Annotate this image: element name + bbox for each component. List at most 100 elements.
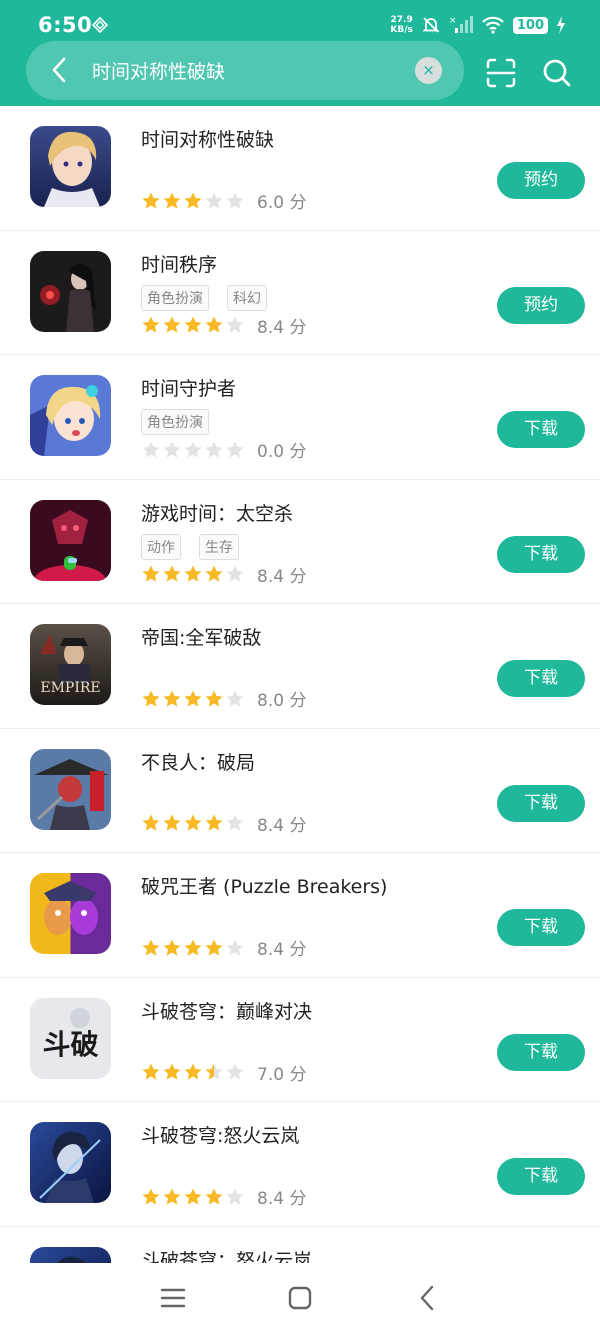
app-title: 时间守护者 <box>141 378 237 400</box>
rating-score: 7.0 分 <box>257 1064 307 1085</box>
app-tags: 角色扮演 <box>141 409 209 435</box>
icon-label: 斗破 <box>42 1028 98 1061</box>
app-title: 时间秩序 <box>141 253 218 276</box>
rating: 0.0 分 <box>141 437 306 462</box>
star-filled-icon <box>184 565 202 582</box>
star-filled-icon <box>142 1188 160 1205</box>
rating-score: 0.0 分 <box>257 442 307 462</box>
star-filled-icon <box>142 814 160 831</box>
rating-score: 8.4 分 <box>257 815 307 836</box>
result-item-1[interactable]: 时间对称性破缺 6.0 分 预约 <box>0 106 600 231</box>
result-item-7[interactable]: 破咒王者 (Puzzle Breakers) 8.4 分 下载 <box>0 853 600 978</box>
search-button[interactable] <box>540 56 574 90</box>
result-item-5[interactable]: EMPIRE 帝国:全军破敌 8.0 分 下载 <box>0 604 600 729</box>
star-empty-icon <box>226 1063 244 1080</box>
star-filled-icon <box>205 1188 223 1205</box>
genre-tag: 科幻 <box>227 284 267 311</box>
split-face-hero-icon[interactable] <box>30 873 111 954</box>
star-filled-icon <box>184 690 202 707</box>
star-filled-icon <box>184 1063 202 1080</box>
anime-blonde-boy-icon[interactable] <box>30 126 111 207</box>
app-title: 时间对称性破缺 <box>141 129 275 151</box>
clear-search-button[interactable]: × <box>415 57 442 84</box>
star-filled-icon <box>184 814 202 831</box>
star-empty-icon <box>163 441 181 458</box>
rating: 8.4 分 <box>141 562 306 587</box>
rating-score: 6.0 分 <box>257 193 307 213</box>
download-button[interactable]: 下载 <box>497 1033 585 1071</box>
blue-swordsman-icon[interactable] <box>30 1122 111 1203</box>
star-filled-icon <box>205 939 223 956</box>
star-filled-icon <box>142 690 160 707</box>
star-filled-icon <box>184 939 202 956</box>
app-tags: 动作 生存 <box>141 533 239 560</box>
scan-button[interactable] <box>484 56 518 90</box>
app-tags: 角色扮演 科幻 <box>141 284 267 311</box>
result-item-8[interactable]: 斗破 斗破苍穹：巅峰对决 7.0 分 下载 <box>0 978 600 1102</box>
network-speed-unit: KB/s <box>390 25 413 35</box>
svg-text:×: × <box>449 16 457 26</box>
system-back-button[interactable] <box>413 1283 443 1313</box>
star-empty-icon <box>205 192 223 209</box>
download-button[interactable]: 下载 <box>497 535 585 573</box>
download-button[interactable]: 下载 <box>497 909 585 946</box>
result-item-6[interactable]: 不良人：破局 8.4 分 下载 <box>0 729 600 853</box>
star-empty-icon <box>226 441 244 458</box>
anime-blonde-girl-icon[interactable] <box>30 375 111 456</box>
signal-icon: × <box>449 16 473 33</box>
rating-score: 8.4 分 <box>257 940 307 960</box>
result-item-10[interactable]: 斗破苍穹：怒火云岚 8.4 分 下载 <box>0 1227 600 1263</box>
reserve-button[interactable]: 预约 <box>497 286 585 324</box>
calligraphy-dou-po-icon[interactable]: 斗破 <box>30 997 111 1079</box>
status-indicators: 27.9 KB/s × 100 <box>390 12 566 38</box>
straw-hat-warrior-icon[interactable] <box>30 748 111 830</box>
result-item-3[interactable]: 时间守护者 角色扮演 0.0 分 下载 <box>0 355 600 480</box>
back-arrow-icon <box>52 57 66 83</box>
dark-warrior-girl-icon[interactable] <box>30 250 111 332</box>
blue-swordsman-icon[interactable] <box>30 1246 111 1263</box>
app-title: 破咒王者 (Puzzle Breakers) <box>141 876 388 898</box>
genre-tag: 角色扮演 <box>141 409 209 435</box>
star-filled-icon <box>184 192 202 209</box>
system-nav-bar <box>0 1263 600 1333</box>
app-title: 斗破苍穹：巅峰对决 <box>141 1000 313 1023</box>
recents-button[interactable] <box>158 1283 188 1313</box>
scan-icon <box>486 58 516 88</box>
reserve-button[interactable]: 预约 <box>497 162 585 199</box>
star-filled-icon <box>205 316 223 333</box>
download-button[interactable]: 下载 <box>497 660 585 697</box>
star-filled-icon <box>142 565 160 582</box>
search-bar: × <box>26 41 464 100</box>
rating-score: 8.4 分 <box>257 566 307 587</box>
result-item-4[interactable]: 游戏时间：太空杀 动作 生存 8.4 分 下载 <box>0 480 600 604</box>
space-crewmate-icon[interactable] <box>30 499 111 581</box>
download-button[interactable]: 下载 <box>497 784 585 822</box>
star-filled-icon <box>142 939 160 956</box>
app-title: 游戏时间：太空杀 <box>141 502 294 525</box>
star-filled-icon <box>205 814 223 831</box>
download-button[interactable]: 下载 <box>497 1158 585 1195</box>
star-filled-icon <box>142 1063 160 1080</box>
star-filled-icon <box>142 192 160 209</box>
star-filled-icon <box>205 690 223 707</box>
empire-soldier-icon[interactable]: EMPIRE <box>30 624 111 705</box>
search-input[interactable] <box>92 53 392 87</box>
star-empty-icon <box>226 192 244 209</box>
battery-level: 100 <box>512 16 548 34</box>
star-half-icon <box>205 1063 223 1080</box>
star-filled-icon <box>205 565 223 582</box>
back-button[interactable] <box>42 53 76 87</box>
result-item-9[interactable]: 斗破苍穹:怒火云岚 8.4 分 下载 <box>0 1102 600 1227</box>
star-empty-icon <box>226 814 244 831</box>
star-filled-icon <box>163 1188 181 1205</box>
genre-tag: 角色扮演 <box>141 284 209 311</box>
star-filled-icon <box>163 316 181 333</box>
star-empty-icon <box>226 565 244 582</box>
result-item-2[interactable]: 时间秩序 角色扮演 科幻 8.4 分 预约 <box>0 231 600 355</box>
rating: 8.4 分 <box>141 313 306 338</box>
rating: 8.4 分 <box>141 811 306 836</box>
home-button[interactable] <box>285 1283 315 1313</box>
rating-score: 8.4 分 <box>257 317 307 338</box>
download-button[interactable]: 下载 <box>497 411 585 448</box>
star-empty-icon <box>184 441 202 458</box>
